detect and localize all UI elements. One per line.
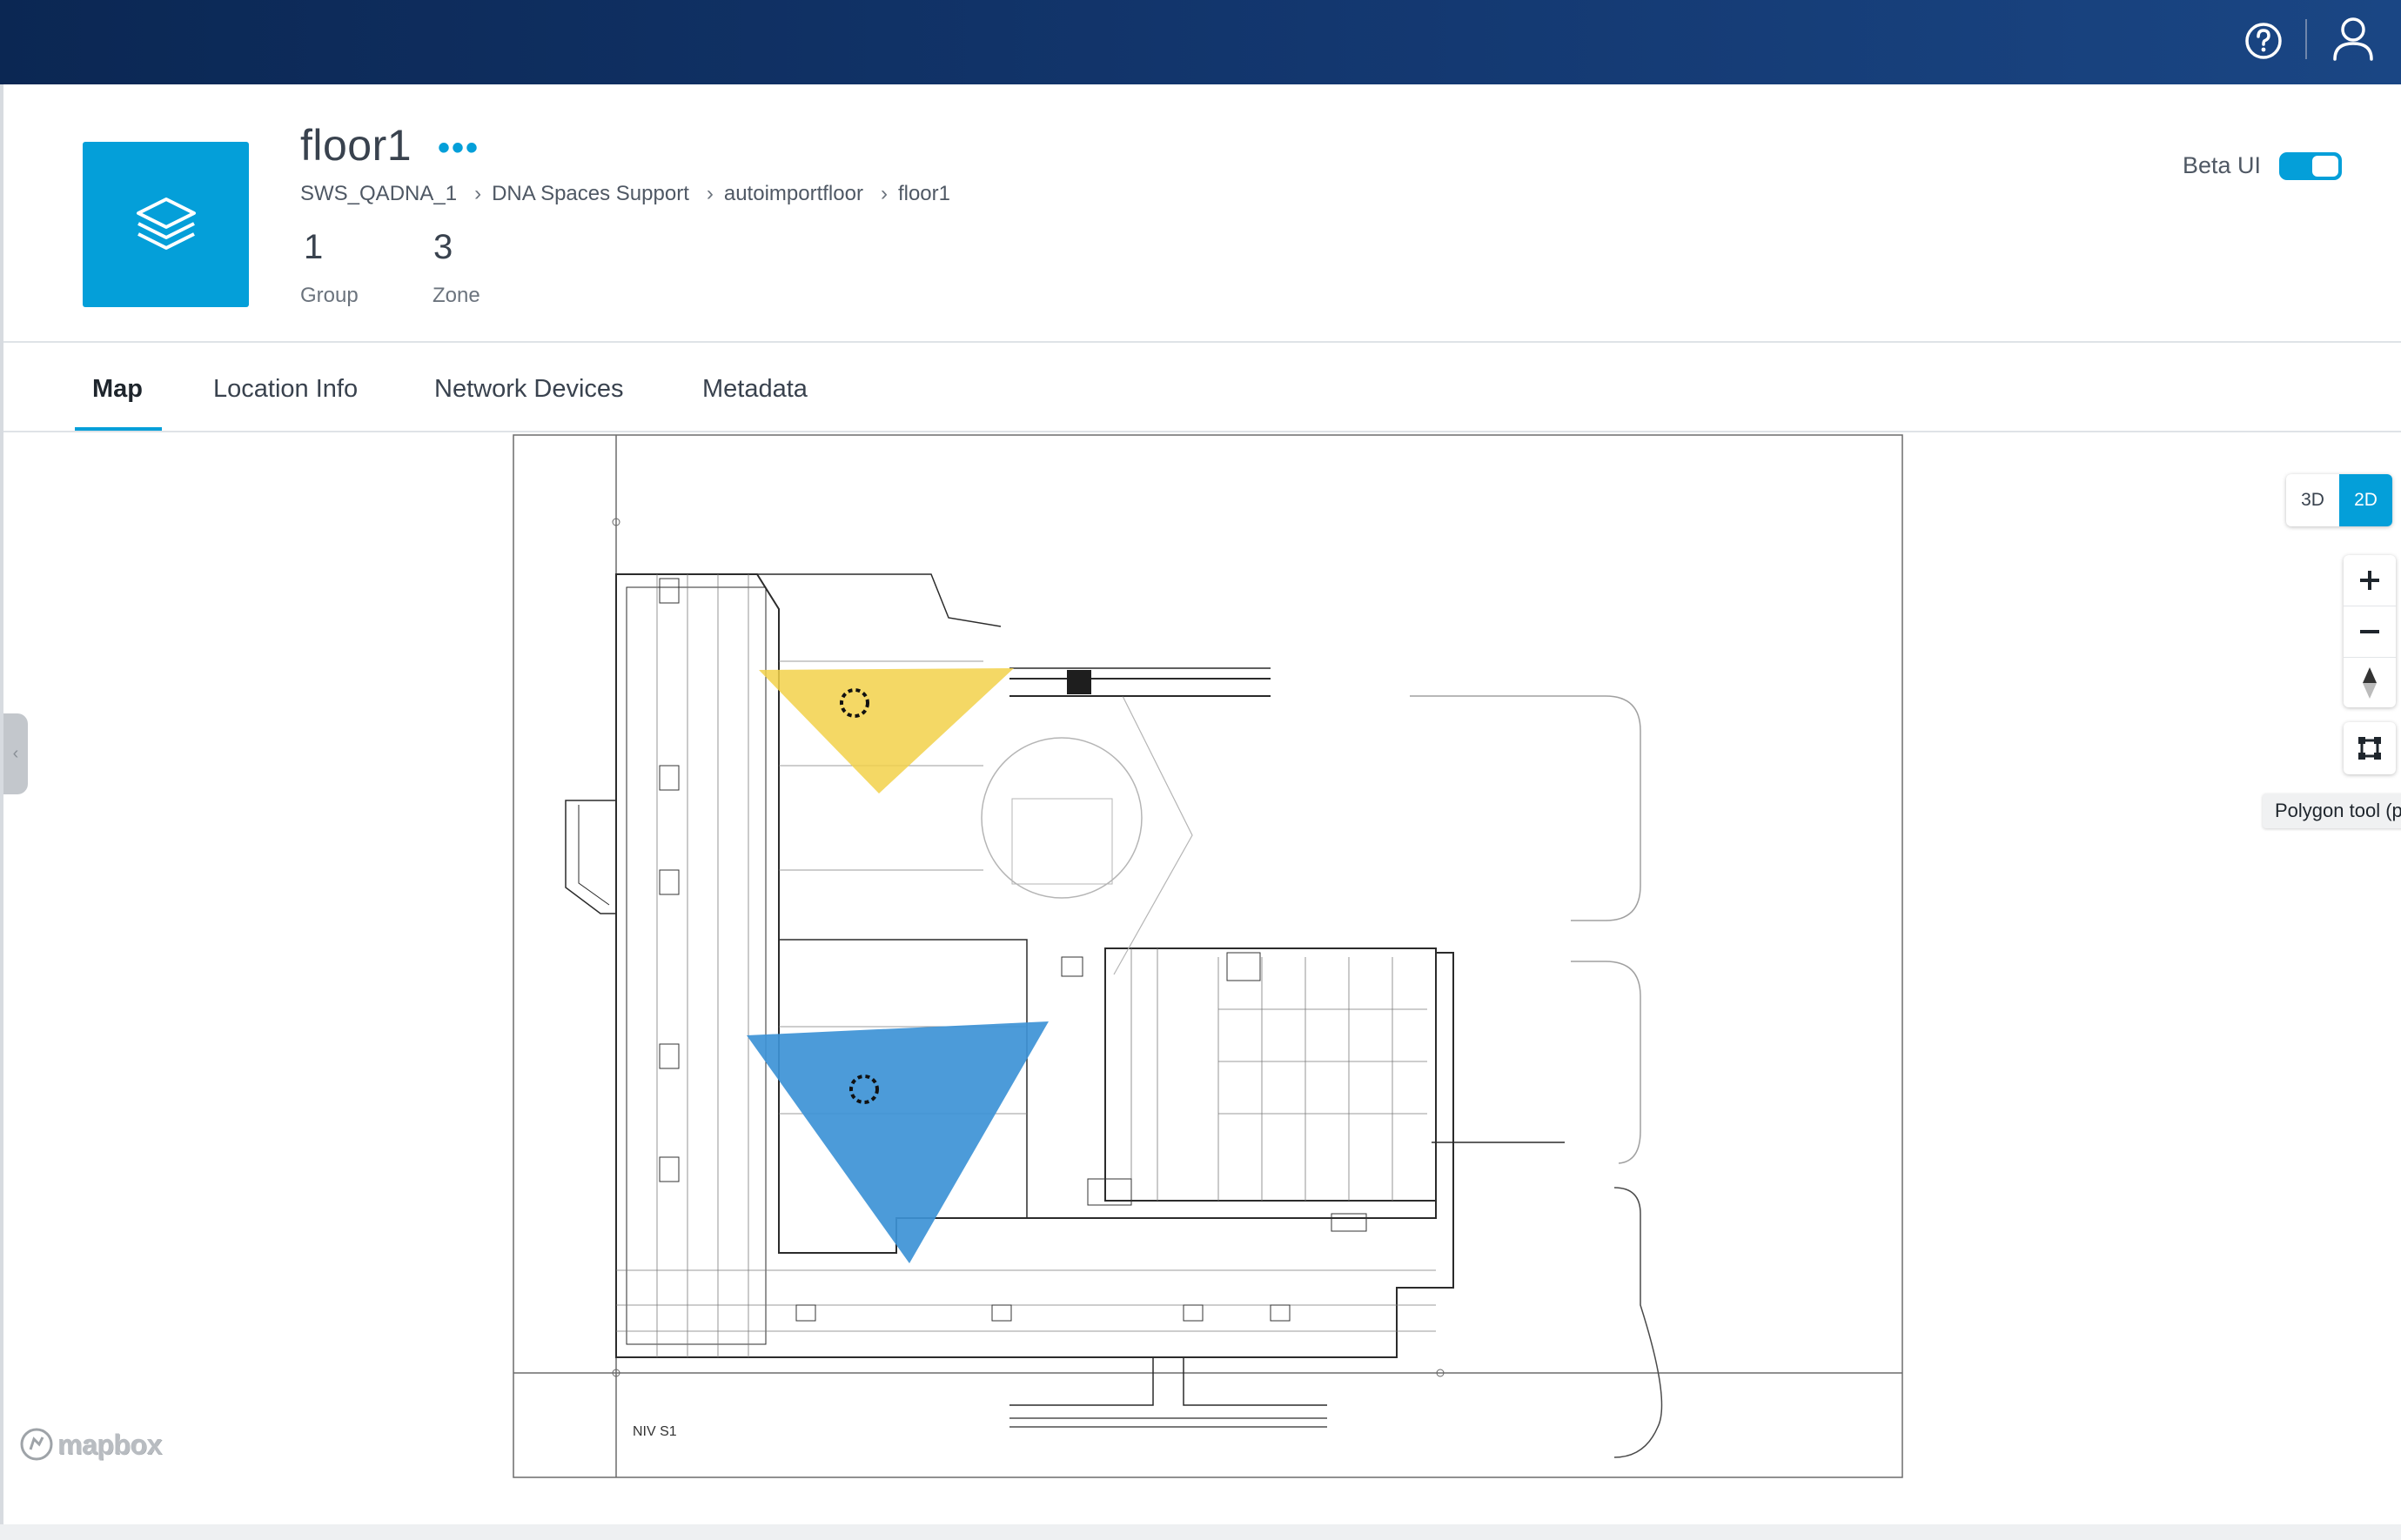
layers-icon xyxy=(136,198,196,250)
view-3d-button[interactable]: 3D xyxy=(2286,474,2339,526)
breadcrumb-item[interactable]: autoimportfloor xyxy=(724,182,863,205)
compass-button[interactable] xyxy=(2344,658,2396,708)
floor-plan-frame xyxy=(513,434,1903,1478)
polygon-tool-icon xyxy=(2358,737,2381,760)
breadcrumb-item[interactable]: SWS_QADNA_1 xyxy=(300,182,457,205)
topbar-separator xyxy=(2305,19,2307,59)
group-label: Group xyxy=(300,284,359,307)
view-2d-button[interactable]: 2D xyxy=(2339,474,2392,526)
footer-strip xyxy=(0,1524,2401,1540)
floor-plan xyxy=(513,434,1903,1478)
zoom-in-icon xyxy=(2360,571,2379,590)
yellow-zone xyxy=(759,668,1014,793)
beta-ui-label: Beta UI xyxy=(2183,152,2262,178)
zoom-out-button[interactable] xyxy=(2344,606,2396,657)
more-icon[interactable]: ••• xyxy=(438,131,480,165)
blue-zone xyxy=(747,1021,1049,1263)
mapbox-mark-icon xyxy=(20,1428,53,1461)
user-icon[interactable] xyxy=(2331,14,2376,63)
chevron-right-icon: › xyxy=(474,182,482,205)
mapbox-logo-icon[interactable]: mapbox xyxy=(19,1427,162,1462)
zoom-out-icon xyxy=(2360,630,2379,633)
tab-location-info[interactable]: Location Info xyxy=(213,375,358,404)
collapse-handle-icon[interactable]: ‹ xyxy=(3,713,28,794)
zoom-in-button[interactable] xyxy=(2344,555,2396,606)
breadcrumb-item: floor1 xyxy=(897,182,950,205)
group-count: 1 xyxy=(304,228,324,266)
floor-plan-label: NIV S1 xyxy=(633,1424,677,1439)
floor-avatar xyxy=(83,142,249,307)
tab-network-devices[interactable]: Network Devices xyxy=(434,375,624,404)
beta-ui-toggle[interactable] xyxy=(2279,152,2342,180)
mapbox-attribution: mapbox xyxy=(57,1428,162,1460)
zoom-controls xyxy=(2344,555,2396,707)
tab-map[interactable]: Map xyxy=(92,375,143,404)
chevron-right-icon: › xyxy=(880,182,888,205)
tab-metadata[interactable]: Metadata xyxy=(702,375,808,404)
dark-pillar xyxy=(1067,670,1091,694)
polygon-tool-tooltip: Polygon tool (p xyxy=(2263,793,2401,828)
chevron-right-icon: › xyxy=(706,182,714,205)
zone-count: 3 xyxy=(433,228,453,266)
breadcrumb: SWS_QADNA_1 › DNA Spaces Support › autoimpor… xyxy=(300,182,968,206)
header-divider xyxy=(3,341,2401,343)
compass-icon xyxy=(2363,667,2377,699)
zone-label: Zone xyxy=(433,284,480,307)
toggle-knob xyxy=(2312,156,2338,177)
page-title: floor1 xyxy=(300,121,412,170)
map-canvas[interactable]: ‹ mapbox NIV S1 3D 2D Polygon tool (p xyxy=(3,432,2401,1540)
top-navigation-bar xyxy=(0,0,2401,84)
view-mode-toggle: 3D 2D xyxy=(2286,474,2392,526)
breadcrumb-item[interactable]: DNA Spaces Support xyxy=(492,182,689,205)
polygon-tool-button[interactable] xyxy=(2344,722,2396,774)
help-icon[interactable] xyxy=(2242,19,2285,63)
